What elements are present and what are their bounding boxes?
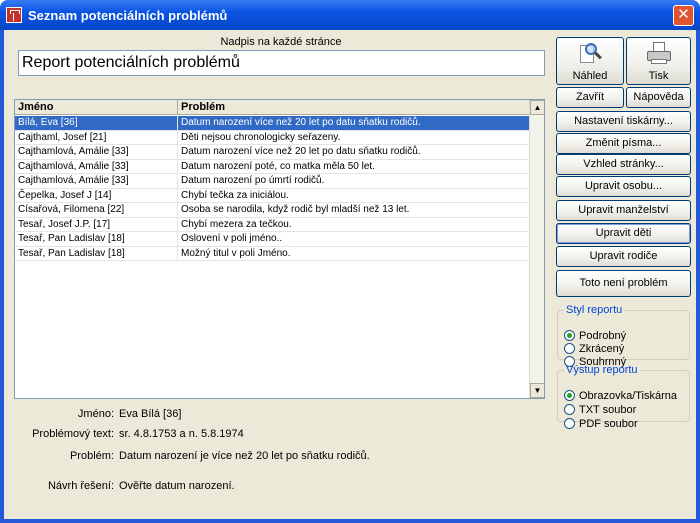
radio-selected-icon[interactable] [564, 390, 575, 401]
output-option-txt[interactable]: TXT soubor [564, 404, 636, 417]
output-option-label: TXT soubor [579, 404, 637, 416]
close-button[interactable]: Zavřít [556, 87, 624, 108]
cell-problem: Datum narození po úmrtí rodičů. [178, 174, 530, 188]
solution-label: Návrh řešení: [47, 480, 114, 492]
cell-name: Tesař, Pan Ladislav [18] [15, 232, 178, 246]
vertical-scrollbar[interactable]: ▲ ▼ [529, 100, 544, 398]
cell-problem: Osoba se narodila, když rodič byl mladší… [178, 203, 530, 217]
title-bar[interactable]: Seznam potenciálních problémů ✕ [0, 0, 700, 30]
report-output-group: Výstup reportu Obrazovka/Tiskárna TXT so… [557, 364, 690, 430]
cell-problem: Děti nejsou chronologicky seřazeny. [178, 130, 530, 145]
edit-children-button[interactable]: Upravit děti [556, 223, 691, 244]
table-row[interactable]: Cajthamlová, Amálie [33] Datum narození p… [15, 174, 530, 189]
report-style-legend: Styl reportu [566, 304, 623, 316]
window: Seznam potenciálních problémů ✕ Nadpis n… [0, 0, 700, 523]
change-fonts-button[interactable]: Změnit písma... [556, 133, 691, 154]
table-row[interactable]: Cajthamlová, Amálie [33] Datum narození v… [15, 145, 530, 160]
report-output-legend: Výstup reportu [566, 364, 638, 376]
problem-label: Problém: [69, 450, 114, 462]
grid-rows: Bílá, Eva [36] Datum narození více než 20… [15, 116, 530, 261]
radio-icon[interactable] [564, 343, 575, 354]
cell-name: Cajthamlová, Amálie [33] [15, 159, 178, 174]
printer-setup-button[interactable]: Nastavení tiskárny... [556, 111, 691, 132]
problems-grid[interactable]: Jméno Problém Bílá, Eva [36] Datum naroze… [14, 99, 545, 399]
cell-problem: Možný titul v poli Jméno. [178, 246, 530, 261]
cell-problem: Datum narození více než 20 let po datu s… [178, 145, 530, 159]
printer-icon [646, 42, 672, 66]
window-title: Seznam potenciálních problémů [28, 8, 228, 23]
cell-name: Tesař, Josef J.P. [17] [15, 217, 178, 232]
style-option-detailed[interactable]: Podrobný [564, 330, 626, 343]
style-option-short[interactable]: Zkrácený [564, 343, 624, 356]
radio-icon[interactable] [564, 404, 575, 415]
not-problem-button[interactable]: Toto není problém [556, 270, 691, 297]
solution-value: Ověřte datum narození. [119, 480, 235, 492]
table-row[interactable]: Tesař, Pan Ladislav [18] Možný titul v po… [15, 246, 530, 261]
edit-parents-button[interactable]: Upravit rodiče [556, 246, 691, 267]
cell-problem: Datum narození více než 20 let po datu s… [178, 116, 530, 130]
style-option-label: Podrobný [579, 330, 627, 342]
cell-problem: Chybí mezera za tečkou. [178, 217, 530, 232]
preview-button[interactable]: Náhled [556, 37, 624, 85]
output-option-label: Obrazovka/Tiskárna [579, 390, 678, 402]
table-row[interactable]: Císařová, Filomena [22] Osoba se narodila… [15, 203, 530, 218]
scroll-up-icon[interactable]: ▲ [530, 100, 544, 115]
cell-name: Cajthaml, Josef [21] [15, 130, 178, 145]
column-header-name[interactable]: Jméno [15, 100, 178, 115]
problem-text-value: sr. 4.8.1753 a n. 5.8.1974 [119, 428, 244, 440]
radio-icon[interactable] [564, 418, 575, 429]
help-button[interactable]: Nápověda [626, 87, 691, 108]
table-row[interactable]: Bílá, Eva [36] Datum narození více než 20… [15, 116, 530, 131]
page-layout-button[interactable]: Vzhled stránky... [556, 154, 691, 175]
table-row[interactable]: Cajthaml, Josef [21] Děti nejsou chronolo… [15, 130, 530, 145]
cell-name: Čepelka, Josef J [14] [15, 188, 178, 203]
print-button[interactable]: Tisk [626, 37, 691, 85]
table-row[interactable]: Tesař, Pan Ladislav [18] Oslovení v poli … [15, 232, 530, 247]
cell-problem: Datum narození poté, co matka měla 50 le… [178, 159, 530, 174]
edit-marriage-button[interactable]: Upravit manželství [556, 200, 691, 221]
header-input[interactable]: Report potenciálních problémů [18, 50, 545, 76]
cell-problem: Oslovení v poli jméno.. [178, 232, 530, 246]
cell-name: Cajthamlová, Amálie [33] [15, 145, 178, 159]
output-option-screen[interactable]: Obrazovka/Tiskárna [564, 390, 677, 403]
preview-label: Náhled [572, 70, 608, 82]
output-option-pdf[interactable]: PDF soubor [564, 418, 638, 431]
table-row[interactable]: Cajthamlová, Amálie [33] Datum narození p… [15, 159, 530, 174]
close-window-button[interactable]: ✕ [673, 5, 694, 26]
grid-header: Jméno Problém [15, 100, 530, 115]
report-style-group: Styl reportu Podrobný Zkrácený Souhrnný [557, 304, 690, 368]
problem-text-label: Problémový text: [32, 428, 114, 440]
app-icon [6, 7, 22, 23]
name-label: Jméno: [77, 408, 114, 420]
dialog-body: Nadpis na každé stránce Report potenciál… [4, 30, 696, 519]
table-row[interactable]: Tesař, Josef J.P. [17] Chybí mezera za te… [15, 217, 530, 232]
cell-name: Císařová, Filomena [22] [15, 203, 178, 217]
edit-person-button[interactable]: Upravit osobu... [556, 176, 691, 197]
output-option-label: PDF soubor [579, 418, 638, 430]
column-header-problem[interactable]: Problém [178, 100, 530, 115]
cell-problem: Chybí tečka za iniciálou. [178, 188, 530, 203]
problem-value: Datum narození je více než 20 let po sňa… [119, 450, 370, 462]
table-row[interactable]: Čepelka, Josef J [14] Chybí tečka za inic… [15, 188, 530, 203]
print-label: Tisk [648, 70, 669, 82]
magnifier-icon [577, 42, 603, 66]
style-option-label: Zkrácený [579, 343, 625, 355]
name-value: Eva Bílá [36] [119, 408, 182, 420]
radio-selected-icon[interactable] [564, 330, 575, 341]
cell-name: Bílá, Eva [36] [15, 116, 178, 130]
header-label: Nadpis na každé stránce [220, 36, 342, 48]
cell-name: Cajthamlová, Amálie [33] [15, 174, 178, 188]
scroll-down-icon[interactable]: ▼ [530, 383, 544, 398]
cell-name: Tesař, Pan Ladislav [18] [15, 246, 178, 261]
